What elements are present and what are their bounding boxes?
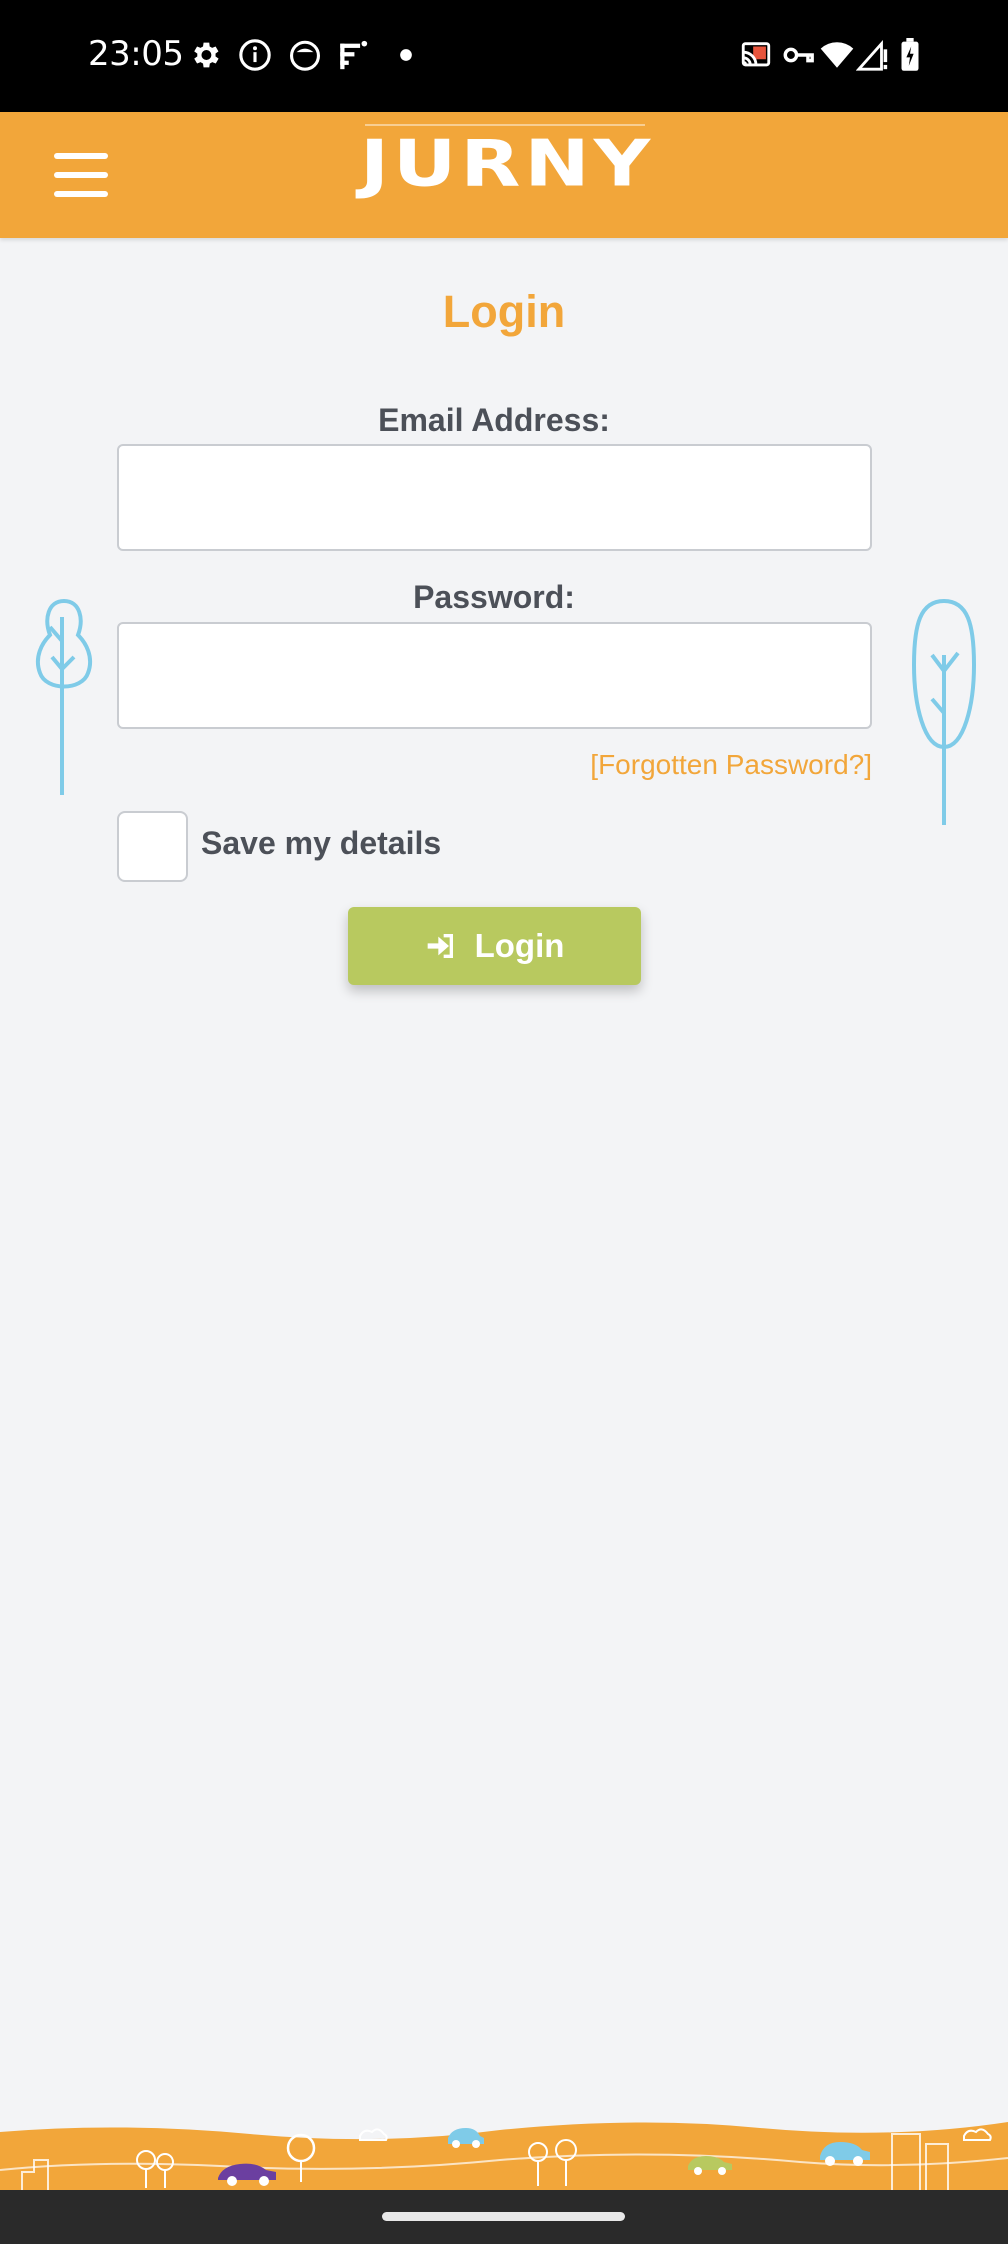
page-title: Login <box>442 286 566 337</box>
login-button[interactable]: Login <box>348 907 641 985</box>
logo-divider <box>365 124 645 126</box>
login-button-label: Login <box>474 927 565 964</box>
email-label: Email Address: <box>378 402 610 438</box>
battery-charging-icon <box>896 38 924 72</box>
wifi-icon <box>818 38 856 72</box>
save-details-checkbox[interactable] <box>117 811 188 882</box>
home-gesture-handle[interactable] <box>382 2212 625 2221</box>
settings-icon <box>188 38 222 72</box>
cell-signal-icon <box>856 38 890 72</box>
navigation-bar <box>0 2190 1008 2244</box>
vpn-key-icon <box>780 38 816 72</box>
password-field[interactable] <box>117 622 872 729</box>
hamburger-menu-icon[interactable] <box>40 142 120 208</box>
sign-in-icon <box>425 930 457 962</box>
status-bar: 23:05 <box>0 0 1008 112</box>
tree-left-illustration <box>30 595 98 795</box>
save-details-label[interactable]: Save my details <box>201 825 441 862</box>
tree-right-illustration <box>910 595 978 825</box>
jurny-logo: JURNY <box>360 127 655 201</box>
signal-app-icon <box>336 38 370 72</box>
info-icon <box>238 38 272 72</box>
footer-illustration <box>0 2110 1008 2190</box>
dot-icon <box>392 38 420 72</box>
email-field[interactable] <box>117 444 872 551</box>
cast-icon <box>738 38 774 72</box>
cat-face-icon <box>288 38 322 72</box>
status-time: 23:05 <box>88 34 184 74</box>
password-label: Password: <box>413 579 575 615</box>
app-header: JURNY <box>0 112 1008 238</box>
forgot-password-link[interactable]: [Forgotten Password?] <box>590 749 872 781</box>
